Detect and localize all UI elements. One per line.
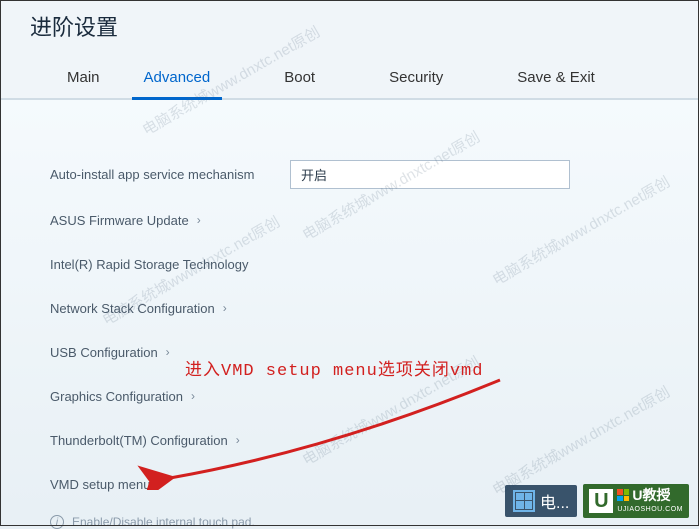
tab-save-exit[interactable]: Save & Exit (495, 57, 617, 98)
tab-boot[interactable]: Boot (262, 57, 337, 98)
tab-advanced[interactable]: Advanced (122, 57, 233, 98)
submenu-label: USB Configuration (50, 345, 158, 360)
select-auto-install[interactable]: 开启 (290, 160, 570, 189)
chevron-right-icon: › (191, 389, 195, 403)
submenu-label: Graphics Configuration (50, 389, 183, 404)
submenu-usb[interactable]: USB Configuration › (50, 345, 170, 360)
submenu-vmd[interactable]: VMD setup menu › (50, 477, 162, 492)
grid-icon (513, 490, 535, 512)
logo-brand: U教授 (632, 488, 670, 503)
chevron-right-icon: › (223, 301, 227, 315)
page-title: 进阶设置 (30, 10, 674, 42)
submenu-asus-firmware[interactable]: ASUS Firmware Update › (50, 213, 201, 228)
u-icon: U (589, 489, 613, 513)
submenu-graphics[interactable]: Graphics Configuration › (50, 389, 195, 404)
content-panel: Auto-install app service mechanism 开启 AS… (0, 100, 699, 516)
help-text: Enable/Disable internal touch pad. (72, 515, 255, 529)
submenu-intel-rst[interactable]: Intel(R) Rapid Storage Technology (50, 257, 249, 272)
tab-main[interactable]: Main (45, 57, 122, 98)
submenu-label: Network Stack Configuration (50, 301, 215, 316)
logo-site2: U U教授 UJIAOSHOU.COM (583, 484, 689, 518)
submenu-label: Intel(R) Rapid Storage Technology (50, 257, 249, 272)
tabs-bar: Main Advanced Boot Security Save & Exit (25, 57, 674, 98)
info-icon: i (50, 515, 64, 529)
chevron-right-icon: › (236, 433, 240, 447)
chevron-right-icon: › (166, 345, 170, 359)
annotation-text: 进入VMD setup menu选项关闭vmd (185, 355, 483, 381)
submenu-label: ASUS Firmware Update (50, 213, 189, 228)
submenu-label: VMD setup menu (50, 477, 150, 492)
logo-url: UJIAOSHOU.COM (617, 506, 683, 513)
label-auto-install: Auto-install app service mechanism (50, 167, 290, 182)
submenu-thunderbolt[interactable]: Thunderbolt(TM) Configuration › (50, 433, 240, 448)
submenu-label: Thunderbolt(TM) Configuration (50, 433, 228, 448)
chevron-right-icon: › (158, 477, 162, 491)
logo-text: 电... (540, 489, 569, 513)
windows-icon (617, 489, 629, 501)
tab-security[interactable]: Security (367, 57, 465, 98)
chevron-right-icon: › (197, 213, 201, 227)
site-logos: 电... U U教授 UJIAOSHOU.COM (505, 484, 689, 518)
submenu-network-stack[interactable]: Network Stack Configuration › (50, 301, 227, 316)
logo-site1: 电... (505, 485, 577, 517)
